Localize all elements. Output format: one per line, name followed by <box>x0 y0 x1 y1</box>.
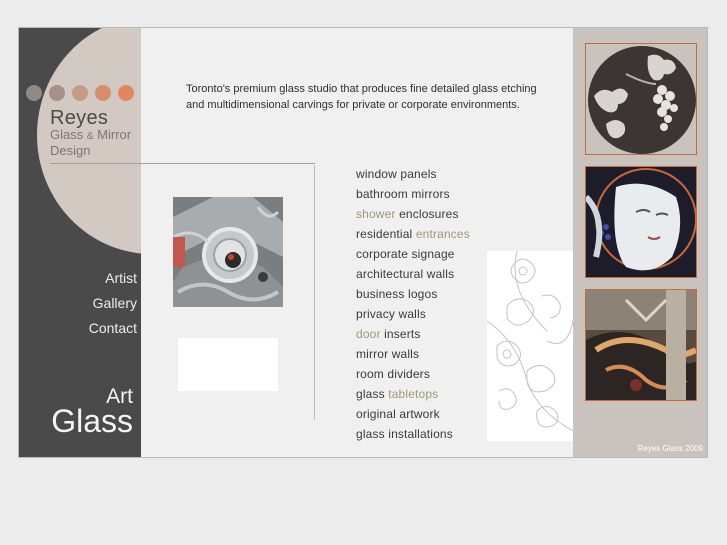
brand-sub-amp: & <box>86 131 94 142</box>
service-item[interactable]: residential entrances <box>356 224 470 244</box>
service-item: corporate signage <box>356 244 470 264</box>
gallery-thumb-nouveau[interactable] <box>585 289 697 401</box>
service-link[interactable]: shower <box>356 207 396 221</box>
service-item: architectural walls <box>356 264 470 284</box>
art-glass-glass: Glass <box>51 403 133 439</box>
service-text: bathroom mirrors <box>356 187 450 201</box>
service-link[interactable]: door <box>356 327 381 341</box>
service-text: business logos <box>356 287 438 301</box>
service-text: enclosures <box>395 207 459 221</box>
floral-etching-image <box>487 251 573 441</box>
service-text: residential <box>356 227 416 241</box>
color-dot <box>118 85 134 101</box>
brand-sub-glass: Glass <box>50 127 84 142</box>
service-text: architectural walls <box>356 267 455 281</box>
tagline: Toronto's premium glass studio that prod… <box>186 83 537 111</box>
page-frame: Reyes Glass & Mirror Design Artist Galle… <box>18 27 708 458</box>
service-text: window panels <box>356 167 437 181</box>
service-link[interactable]: tabletops <box>388 387 438 401</box>
service-item[interactable]: glass tabletops <box>356 384 470 404</box>
brand-subtitle: Glass & Mirror Design <box>50 128 131 158</box>
right-gallery-column: Reyes Glass 2009 <box>573 28 707 457</box>
gallery-thumb-grapes[interactable] <box>585 43 697 155</box>
service-item: glass installations <box>356 424 470 444</box>
service-item[interactable]: shower enclosures <box>356 204 470 224</box>
color-dot <box>95 85 111 101</box>
service-link[interactable]: entrances <box>416 227 470 241</box>
brand-divider <box>50 163 315 164</box>
service-item: window panels <box>356 164 470 184</box>
blank-panel <box>178 338 278 391</box>
left-sidebar: Reyes Glass & Mirror Design Artist Galle… <box>19 28 141 457</box>
color-dots <box>26 85 134 101</box>
gallery-thumb-face[interactable] <box>585 166 697 278</box>
service-text: glass <box>356 387 389 401</box>
copyright-text: Reyes Glass 2009 <box>637 444 703 453</box>
service-item: original artwork <box>356 404 470 424</box>
services-list: window panels bathroom mirrors shower encl… <box>356 164 470 444</box>
service-text: glass installations <box>356 427 453 441</box>
service-item: privacy walls <box>356 304 470 324</box>
etched-door-image[interactable] <box>173 197 283 307</box>
service-text: inserts <box>380 327 421 341</box>
service-item[interactable]: door inserts <box>356 324 470 344</box>
service-item: bathroom mirrors <box>356 184 470 204</box>
service-item: mirror walls <box>356 344 470 364</box>
service-item: business logos <box>356 284 470 304</box>
color-dot <box>49 85 65 101</box>
brand-sub-mirror: Mirror <box>97 127 132 142</box>
color-dot <box>72 85 88 101</box>
nav-contact-link[interactable]: Contact <box>89 316 137 341</box>
service-text: original artwork <box>356 407 440 421</box>
color-dot <box>26 85 42 101</box>
service-item: room dividers <box>356 364 470 384</box>
nav-gallery-link[interactable]: Gallery <box>89 291 137 316</box>
brand-sub-design: Design <box>50 143 91 158</box>
service-text: room dividers <box>356 367 430 381</box>
art-glass-logo: Art Glass <box>51 386 133 439</box>
service-text: mirror walls <box>356 347 420 361</box>
nav-artist-link[interactable]: Artist <box>89 266 137 291</box>
service-text: corporate signage <box>356 247 455 261</box>
service-text: privacy walls <box>356 307 426 321</box>
content-divider <box>314 165 315 420</box>
main-nav: Artist Gallery Contact <box>89 266 137 341</box>
